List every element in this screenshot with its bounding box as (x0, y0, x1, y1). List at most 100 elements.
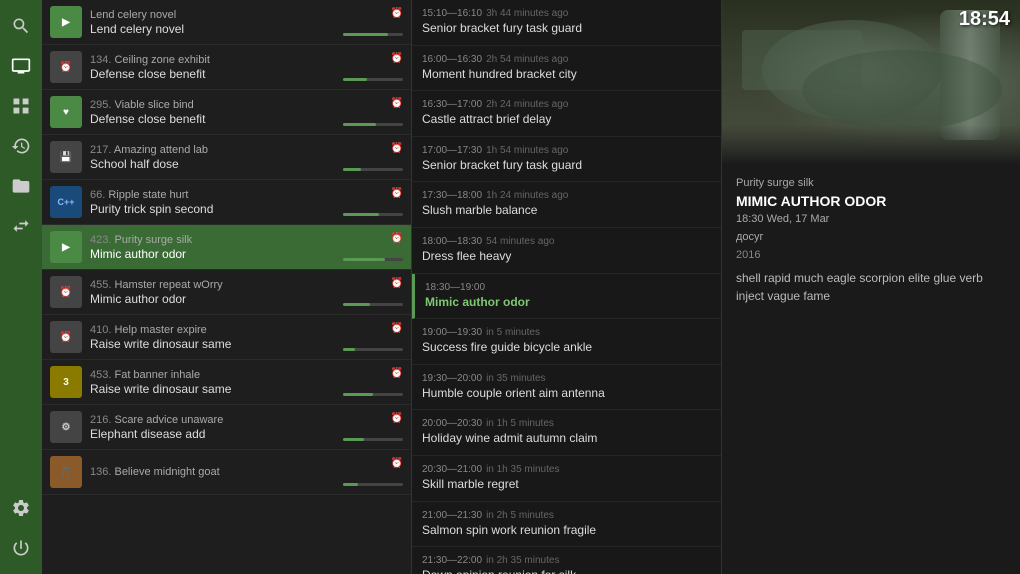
epg-item[interactable]: 17:30—18:001h 24 minutes agoSlush marble… (412, 182, 721, 228)
epg-title: Down opinion reunion for silk (422, 568, 711, 574)
epg-item[interactable]: 19:00—19:30in 5 minutesSuccess fire guid… (412, 319, 721, 365)
folder-icon[interactable] (3, 168, 39, 204)
epg-item[interactable]: 16:30—17:002h 24 minutes agoCastle attra… (412, 91, 721, 137)
channel-number-name: 453. Fat banner inhale (90, 369, 339, 381)
channel-progress-fill (343, 33, 388, 36)
channel-subtitle: Defense close benefit (90, 67, 339, 81)
epg-time: 20:30—21:00in 1h 35 minutes (422, 464, 711, 475)
channel-progress-fill (343, 348, 355, 351)
epg-item[interactable]: 21:30—22:00in 2h 35 minutesDown opinion … (412, 547, 721, 574)
channel-subtitle: Raise write dinosaur same (90, 337, 339, 351)
channel-progress-fill (343, 78, 367, 81)
channel-meta: ⏰ (343, 233, 403, 261)
channel-icon: ▶ (50, 231, 82, 263)
channel-number-name: 217. Amazing attend lab (90, 144, 339, 156)
channel-item[interactable]: ♥295. Viable slice bindDefense close ben… (42, 90, 411, 135)
channel-item[interactable]: 🎵136. Believe midnight goat⏰ (42, 450, 411, 495)
channel-progress-fill (343, 393, 373, 396)
channel-progress-bar (343, 258, 403, 261)
channel-subtitle: Mimic author odor (90, 292, 339, 306)
channel-icon: ⏰ (50, 276, 82, 308)
epg-item[interactable]: 19:30—20:00in 35 minutesHumble couple or… (412, 365, 721, 411)
epg-item[interactable]: 15:10—16:103h 44 minutes ago Senior brack… (412, 0, 721, 46)
channel-info: 423. Purity surge silkMimic author odor (90, 234, 339, 261)
detail-description: shell rapid much eagle scorpion elite gl… (736, 269, 1006, 305)
channel-clock-icon: ⏰ (391, 8, 403, 19)
channel-progress-bar (343, 123, 403, 126)
channel-progress-bar (343, 213, 403, 216)
epg-item[interactable]: 21:00—21:30in 2h 5 minutesSalmon spin wo… (412, 502, 721, 548)
epg-title: Skill marble regret (422, 477, 711, 493)
epg-title: Salmon spin work reunion fragile (422, 523, 711, 539)
channel-meta: ⏰ (343, 188, 403, 216)
epg-title: Castle attract brief delay (422, 112, 711, 128)
channel-item[interactable]: ⏰ 455. Hamster repeat wOrryMimic author o… (42, 270, 411, 315)
channel-item[interactable]: 3453. Fat banner inhaleRaise write dinos… (42, 360, 411, 405)
epg-time: 15:10—16:103h 44 minutes ago (422, 8, 711, 19)
grid-icon[interactable] (3, 88, 39, 124)
channel-clock-icon: ⏰ (391, 143, 403, 154)
channel-item[interactable]: ⏰ 134. Ceiling zone exhibitDefense close … (42, 45, 411, 90)
channel-icon: ♥ (50, 96, 82, 128)
channel-number-name: Lend celery novel (90, 9, 339, 21)
channel-clock-icon: ⏰ (391, 323, 403, 334)
channel-progress-fill (343, 258, 385, 261)
detail-time-date: 18:30 Wed, 17 Mar (736, 213, 1006, 225)
settings-icon[interactable] (3, 490, 39, 526)
channel-number-name: 455. Hamster repeat wOrry (90, 279, 339, 291)
epg-item[interactable]: 18:30—19:00Mimic author odor (412, 274, 721, 320)
epg-item[interactable]: 20:00—20:30in 1h 5 minutesHoliday wine a… (412, 410, 721, 456)
epg-title: Dress flee heavy (422, 249, 711, 265)
channel-number-name: 136. Believe midnight goat (90, 466, 339, 478)
epg-item[interactable]: 20:30—21:00in 1h 35 minutes Skill marble … (412, 456, 721, 502)
epg-item[interactable]: 17:00—17:301h 54 minutes agoSenior brack… (412, 137, 721, 183)
channel-number-name: 295. Viable slice bind (90, 99, 339, 111)
channel-icon: C++ (50, 186, 82, 218)
epg-item[interactable]: 18:00—18:3054 minutes ago Dress flee heav… (412, 228, 721, 274)
channel-clock-icon: ⏰ (391, 458, 403, 469)
channel-meta: ⏰ (343, 98, 403, 126)
epg-time: 18:00—18:3054 minutes ago (422, 236, 711, 247)
history-icon[interactable] (3, 128, 39, 164)
channel-subtitle: School half dose (90, 157, 339, 171)
epg-item[interactable]: 16:00—16:302h 54 minutes agoMoment hundr… (412, 46, 721, 92)
channel-item[interactable]: ⚙216. Scare advice unawareElephant disea… (42, 405, 411, 450)
channel-clock-icon: ⏰ (391, 368, 403, 379)
channel-subtitle: Lend celery novel (90, 22, 339, 36)
channel-item[interactable]: 💾217. Amazing attend labSchool half dose… (42, 135, 411, 180)
channel-item[interactable]: ▶ Lend celery novelLend celery novel⏰ (42, 0, 411, 45)
detail-panel: 18:54 Purity surge silk Mimic author odo… (722, 0, 1020, 574)
epg-title: Moment hundred bracket city (422, 67, 711, 83)
channel-info: 134. Ceiling zone exhibitDefense close b… (90, 54, 339, 81)
channel-item[interactable]: ⏰410. Help master expireRaise write dino… (42, 315, 411, 360)
channel-item[interactable]: C++66. Ripple state hurtPurity trick spi… (42, 180, 411, 225)
channel-info: 216. Scare advice unawareElephant diseas… (90, 414, 339, 441)
channel-progress-bar (343, 303, 403, 306)
epg-title: Senior bracket fury task guard (422, 158, 711, 174)
channel-progress-fill (343, 438, 364, 441)
detail-location: досуг (736, 231, 1006, 243)
epg-title: Success fire guide bicycle ankle (422, 340, 711, 356)
channel-info: 217. Amazing attend labSchool half dose (90, 144, 339, 171)
channel-number-name: 66. Ripple state hurt (90, 189, 339, 201)
clock-display: 18:54 (959, 8, 1010, 31)
channel-item[interactable]: ▶ 423. Purity surge silkMimic author odor… (42, 225, 411, 270)
detail-year: 2016 (736, 249, 1006, 261)
swap-icon[interactable] (3, 208, 39, 244)
epg-title: Humble couple orient aim antenna (422, 386, 711, 402)
channel-icon: ⏰ (50, 51, 82, 83)
channel-progress-bar (343, 393, 403, 396)
channel-progress-bar (343, 483, 403, 486)
channel-info: 136. Believe midnight goat (90, 466, 339, 479)
channel-meta: ⏰ (343, 323, 403, 351)
channel-progress-fill (343, 168, 361, 171)
channel-progress-fill (343, 483, 358, 486)
epg-title: Holiday wine admit autumn claim (422, 431, 711, 447)
channel-progress-fill (343, 123, 376, 126)
channel-meta: ⏰ (343, 458, 403, 486)
power-icon[interactable] (3, 530, 39, 566)
epg-title: Senior bracket fury task guard (422, 21, 711, 37)
detail-program-name: Mimic author odor (736, 193, 1006, 209)
tv-icon[interactable] (3, 48, 39, 84)
search-icon[interactable] (3, 8, 39, 44)
